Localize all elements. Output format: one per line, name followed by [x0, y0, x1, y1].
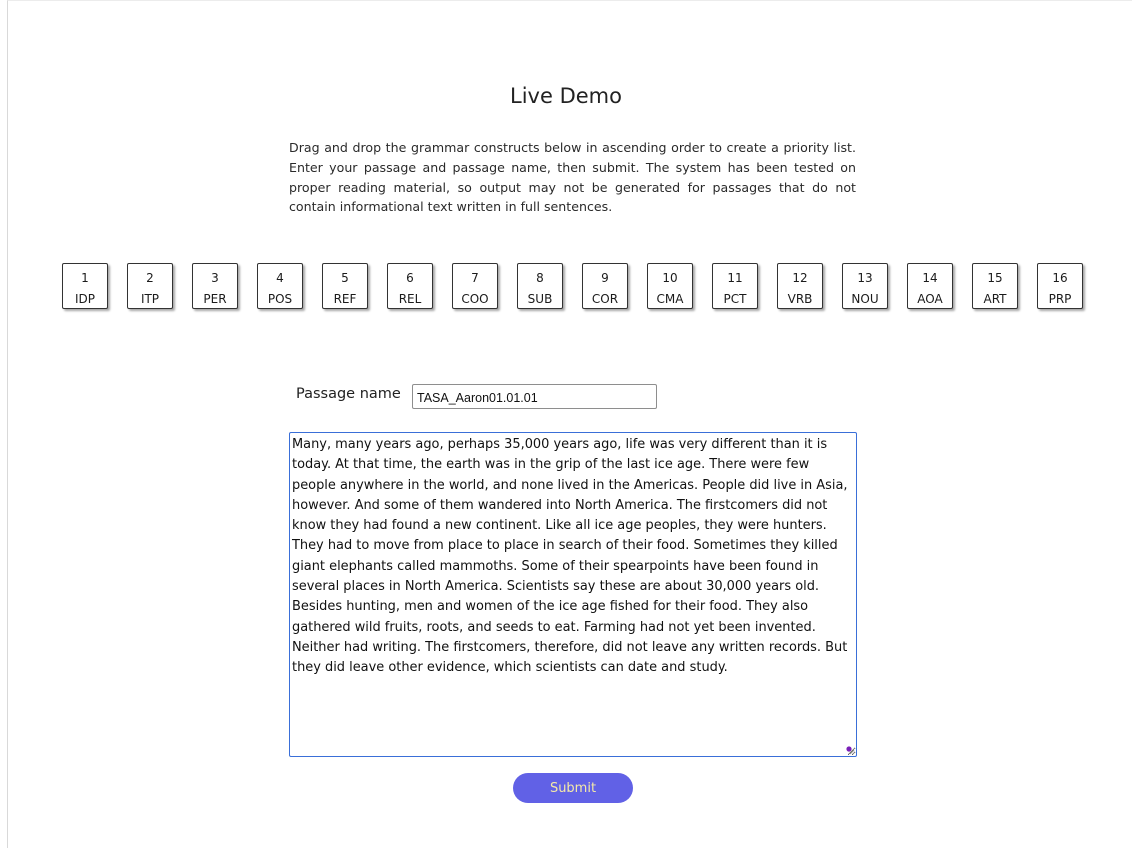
- construct-chip-art[interactable]: 15 ART: [972, 263, 1018, 309]
- page-title: Live Demo: [510, 84, 622, 108]
- construct-chip-rel[interactable]: 6 REL: [387, 263, 433, 309]
- construct-chip-prp[interactable]: 16 PRP: [1037, 263, 1083, 309]
- construct-abbreviation: VRB: [787, 292, 813, 306]
- construct-rank: 2: [146, 271, 154, 285]
- submit-button[interactable]: Submit: [513, 773, 633, 803]
- construct-abbreviation: REL: [398, 292, 422, 306]
- construct-chip-sub[interactable]: 8 SUB: [517, 263, 563, 309]
- construct-chip-pct[interactable]: 11 PCT: [712, 263, 758, 309]
- construct-abbreviation: NOU: [851, 292, 879, 306]
- construct-chip-idp[interactable]: 1 IDP: [62, 263, 108, 309]
- construct-rank: 16: [1052, 271, 1068, 285]
- construct-chip-itp[interactable]: 2 ITP: [127, 263, 173, 309]
- construct-chip-cma[interactable]: 10 CMA: [647, 263, 693, 309]
- construct-rank: 9: [601, 271, 609, 285]
- construct-abbreviation: PRP: [1048, 292, 1072, 306]
- construct-chip-ref[interactable]: 5 REF: [322, 263, 368, 309]
- construct-abbreviation: ITP: [140, 292, 160, 306]
- passage-textarea[interactable]: [289, 432, 857, 757]
- construct-abbreviation: ART: [983, 292, 1007, 306]
- construct-abbreviation: CMA: [656, 292, 684, 306]
- construct-abbreviation: SUB: [527, 292, 553, 306]
- construct-rank: 8: [536, 271, 544, 285]
- construct-rank: 4: [276, 271, 284, 285]
- passage-name-label: Passage name: [296, 386, 401, 402]
- construct-chip-vrb[interactable]: 12 VRB: [777, 263, 823, 309]
- construct-abbreviation: IDP: [74, 292, 95, 306]
- construct-rank: 14: [922, 271, 938, 285]
- construct-chip-coo[interactable]: 7 COO: [452, 263, 498, 309]
- construct-chip-nou[interactable]: 13 NOU: [842, 263, 888, 309]
- passage-name-input[interactable]: [412, 384, 657, 409]
- construct-abbreviation: COO: [461, 292, 489, 306]
- intro-text: Drag and drop the grammar constructs bel…: [289, 140, 856, 215]
- resize-grip-icon[interactable]: [845, 745, 855, 755]
- construct-rank: 10: [662, 271, 678, 285]
- construct-rank: 7: [471, 271, 479, 285]
- construct-abbreviation: PCT: [723, 292, 747, 306]
- construct-rank: 13: [857, 271, 873, 285]
- construct-abbreviation: POS: [267, 292, 293, 306]
- construct-rank: 1: [81, 271, 89, 285]
- construct-abbreviation: REF: [333, 292, 357, 306]
- construct-rank: 11: [727, 271, 743, 285]
- construct-chip-per[interactable]: 3 PER: [192, 263, 238, 309]
- construct-rank: 15: [987, 271, 1003, 285]
- construct-abbreviation: PER: [203, 292, 227, 306]
- construct-chip-aoa[interactable]: 14 AOA: [907, 263, 953, 309]
- construct-rank: 5: [341, 271, 349, 285]
- construct-chip-pos[interactable]: 4 POS: [257, 263, 303, 309]
- construct-rank: 3: [211, 271, 219, 285]
- construct-rank: 6: [406, 271, 414, 285]
- grammar-constructs-list: 1 IDP 2 ITP 3 PER 4 POS 5 REF 6 REL 7 COO 8 SUB 9 COR 10 CM…: [62, 263, 1092, 313]
- construct-abbreviation: COR: [591, 292, 619, 306]
- construct-rank: 12: [792, 271, 808, 285]
- construct-chip-cor[interactable]: 9 COR: [582, 263, 628, 309]
- construct-abbreviation: AOA: [917, 292, 943, 306]
